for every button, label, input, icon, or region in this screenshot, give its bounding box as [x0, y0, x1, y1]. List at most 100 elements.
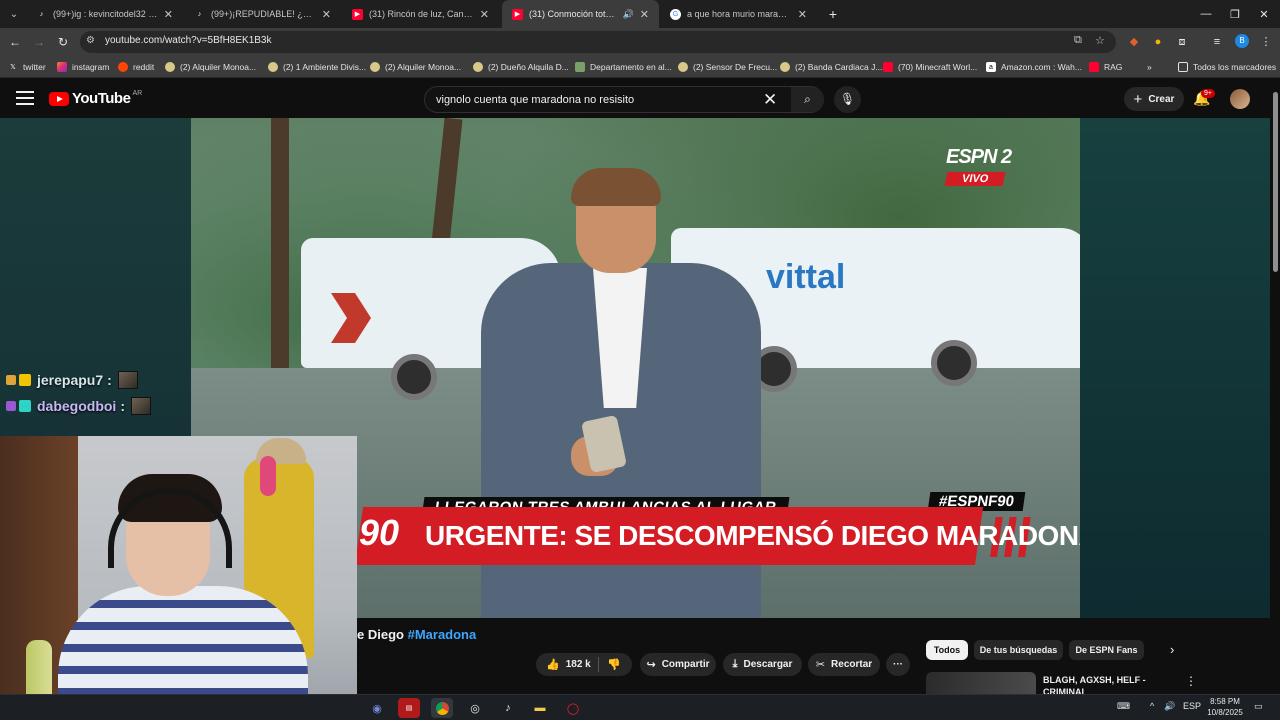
marketplace-icon	[780, 62, 790, 72]
minimize-icon[interactable]: —	[1190, 0, 1222, 28]
tiktok-icon: ♪	[197, 10, 202, 18]
youtube-logo[interactable]: YouTube AR	[49, 90, 142, 107]
close-tab-icon[interactable]: ✕	[322, 8, 331, 21]
clear-search-icon[interactable]: ✕	[763, 90, 777, 110]
system-clock[interactable]: 8:58 PM 10/8/2025	[1198, 696, 1252, 718]
marketplace-icon	[473, 62, 483, 72]
forward-icon[interactable]: →	[29, 32, 49, 52]
close-tab-icon[interactable]: ✕	[480, 8, 489, 21]
download-button[interactable]: ⤓ Descargar	[723, 653, 802, 676]
tab-search-icon[interactable]: ⌄	[4, 4, 24, 24]
voice-app-icon[interactable]: ▤	[398, 698, 420, 718]
search-input[interactable]: vignolo cuenta que maradona no resisito	[436, 94, 634, 106]
bookmark-star-icon[interactable]: ☆	[1095, 34, 1105, 47]
more-vert-icon[interactable]: ⋮	[1185, 674, 1197, 688]
share-button[interactable]: ↪ Compartir	[640, 653, 716, 676]
bookmark-item[interactable]: reddit	[118, 59, 154, 75]
browser-tab[interactable]: ▶ (31) Rincón de luz, Canción "R ✕	[342, 0, 499, 28]
close-tab-icon[interactable]: ✕	[164, 8, 173, 21]
youtube-icon: ▶	[352, 8, 363, 20]
page-scrollbar[interactable]	[1270, 80, 1280, 694]
tray-overflow-icon[interactable]: ^	[1150, 701, 1154, 711]
menu-hamburger-icon[interactable]	[16, 91, 34, 107]
video-title: e Diego #Maradona	[357, 627, 477, 642]
reload-icon[interactable]: ↻	[53, 32, 73, 52]
bookmark-item[interactable]: (2) Alquiler Monoa...	[165, 59, 256, 75]
chip-espn-fans[interactable]: De ESPN Fans	[1069, 640, 1144, 660]
voice-search-mic-icon[interactable]: 🎙	[834, 86, 861, 113]
more-actions-button[interactable]: ···	[886, 653, 910, 676]
browser-tab-active[interactable]: ▶ (31) Conmoción total en # 🔊 ✕	[502, 0, 659, 28]
chat-badge-icon	[19, 374, 31, 386]
bookmark-item[interactable]: a Amazon.com : Wah...	[986, 59, 1082, 75]
account-avatar[interactable]	[1230, 89, 1250, 109]
dislike-button[interactable]: 👎	[607, 658, 621, 671]
new-tab-button[interactable]: +	[823, 4, 843, 24]
site-info-icon[interactable]: ⚙	[86, 35, 95, 46]
youtube-play-icon	[49, 91, 69, 106]
windows-taskbar: ◉ ▤ ◎ ♪ ▬ ◯ ⌨ ^ 🔊 ESP 8:58 PM 10/8/2025 …	[0, 694, 1280, 720]
back-icon[interactable]: ←	[5, 32, 25, 52]
address-url[interactable]: youtube.com/watch?v=5BfH8EK1B3k	[105, 35, 271, 46]
bookmark-item[interactable]: instagram	[57, 59, 109, 75]
screen: ⌄ ♪ (99+)ig : kevincitodel32 @polio ✕ ♪ …	[0, 0, 1280, 720]
bookmark-item[interactable]: (2) 1 Ambiente Divis...	[268, 59, 366, 75]
create-button[interactable]: + Crear	[1124, 87, 1184, 111]
bookmark-item[interactable]: RAG	[1089, 59, 1122, 75]
like-dislike-group: 👍 182 k 👎	[536, 653, 632, 676]
like-button[interactable]: 👍 182 k	[546, 658, 591, 671]
browser-tab[interactable]: ♪ (99+)ig : kevincitodel32 @polio ✕	[26, 0, 183, 28]
notification-badge: 9+	[1201, 89, 1215, 98]
scrollbar-thumb[interactable]	[1273, 92, 1278, 272]
search-icon[interactable]: ⌕	[791, 87, 824, 112]
youtube-header: YouTube AR vignolo cuenta que maradona n…	[0, 79, 1280, 119]
marketplace-icon	[165, 62, 175, 72]
obs-icon[interactable]: ◎	[464, 698, 486, 718]
browser-menu-icon[interactable]: ⋮	[1258, 34, 1274, 50]
install-app-icon[interactable]: ⧉	[1074, 34, 1082, 47]
bookmark-item[interactable]: 𝕏twitter	[8, 59, 46, 75]
tiktok-icon: ♪	[39, 10, 44, 18]
bookmark-item[interactable]: (2) Sensor De Frecu...	[678, 59, 777, 75]
close-window-icon[interactable]: ✕	[1248, 0, 1280, 28]
bookmarks-overflow[interactable]: »	[1147, 59, 1152, 75]
chevron-right-icon[interactable]: ›	[1170, 642, 1174, 657]
webcam-wig	[260, 456, 276, 496]
bookmark-item[interactable]: (70) Minecraft Worl...	[883, 59, 977, 75]
search-box[interactable]: vignolo cuenta que maradona no resisito …	[424, 86, 824, 113]
close-tab-icon[interactable]: ✕	[798, 8, 807, 21]
volume-icon[interactable]: 🔊	[1164, 701, 1175, 712]
title-hashtag-link[interactable]: #Maradona	[408, 627, 477, 642]
notifications-icon[interactable]: ▭	[1254, 701, 1263, 712]
media-control-icon[interactable]: ≡	[1209, 34, 1225, 50]
chrome-icon[interactable]	[431, 698, 453, 718]
file-explorer-icon[interactable]: ▬	[529, 698, 551, 718]
tiktok-app-icon[interactable]: ♪	[497, 698, 519, 718]
opera-icon[interactable]: ◯	[562, 698, 584, 718]
all-bookmarks[interactable]: Todos los marcadores	[1178, 59, 1276, 75]
clip-button[interactable]: ✂ Recortar	[808, 653, 880, 676]
bookmark-item[interactable]: Departamento en al...	[575, 59, 672, 75]
browser-tab[interactable]: ♪ (99+)¡REPUDIABLE! ¿Cómo le v ✕	[184, 0, 341, 28]
address-bar[interactable]: ⚙ youtube.com/watch?v=5BfH8EK1B3k ⧉ ☆	[80, 31, 1116, 53]
extension-icon[interactable]: ◆	[1126, 34, 1142, 50]
profile-avatar[interactable]: B	[1235, 34, 1249, 48]
chip-all[interactable]: Todos	[926, 640, 968, 660]
chat-message: jerepapu7 :	[6, 370, 138, 390]
bookmark-item[interactable]: (2) Dueño Alquila D...	[473, 59, 569, 75]
chip-from-searches[interactable]: De tus búsquedas	[974, 640, 1063, 660]
extensions-puzzle-icon[interactable]: ⧈	[1174, 34, 1190, 50]
stream-overlay-background	[0, 118, 191, 438]
discord-icon[interactable]: ◉	[366, 698, 388, 718]
recommendation-thumbnail[interactable]	[926, 672, 1036, 694]
bookmark-item[interactable]: (2) Alquiler Monoa...	[370, 59, 461, 75]
browser-tab[interactable]: G a que hora murio maradona - B ✕	[660, 0, 817, 28]
extension-icon[interactable]: ●	[1150, 34, 1166, 50]
bookmark-item[interactable]: (2) Banda Cardiaca J...	[780, 59, 882, 75]
speaker-icon[interactable]: 🔊	[623, 9, 634, 20]
keyboard-icon[interactable]: ⌨	[1117, 701, 1130, 712]
chat-badge-icon	[19, 400, 31, 412]
close-tab-icon[interactable]: ✕	[640, 8, 649, 21]
youtube-icon: ▶	[512, 8, 523, 20]
restore-icon[interactable]: ❐	[1219, 0, 1251, 28]
